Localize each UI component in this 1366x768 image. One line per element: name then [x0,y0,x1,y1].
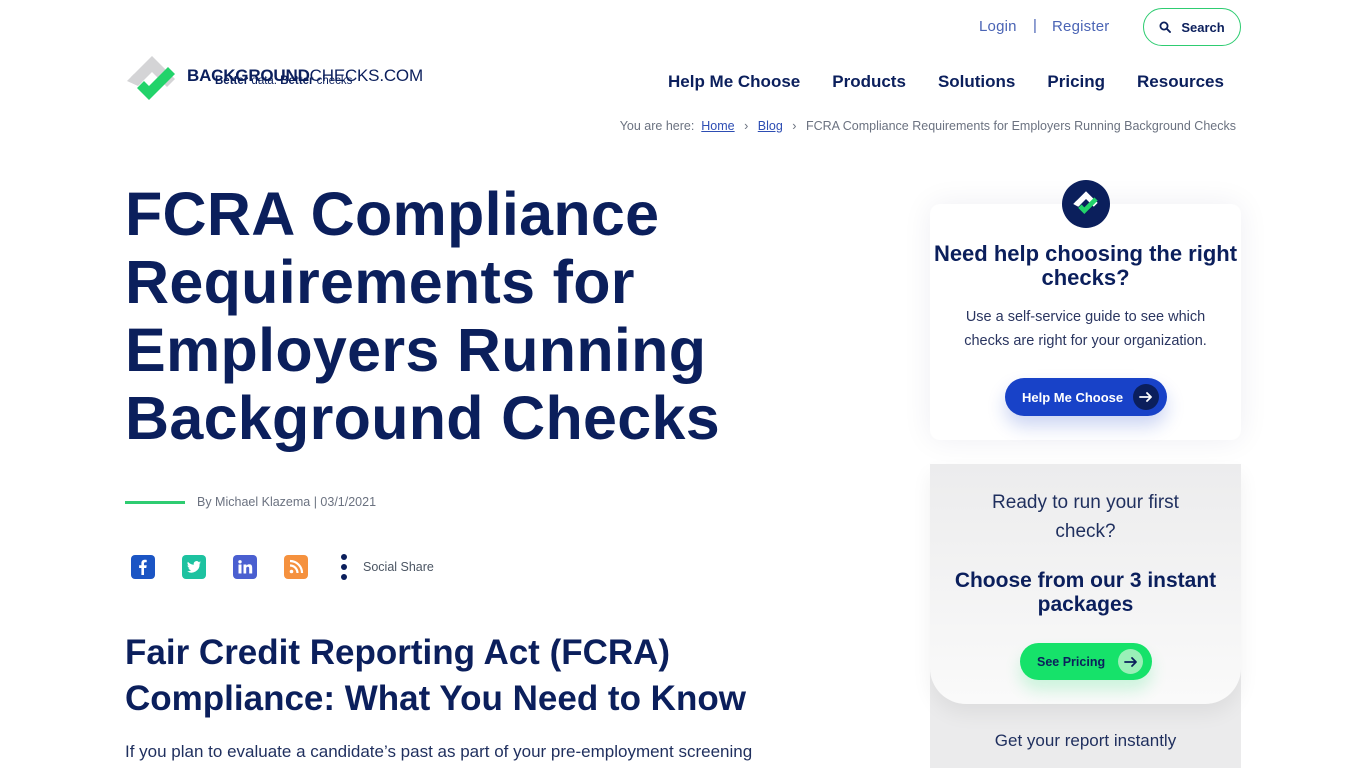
login-register-separator: | [1033,17,1037,34]
arrow-right-icon [1133,384,1159,410]
tagline-part: data. [248,75,281,87]
nav-products[interactable]: Products [832,72,906,92]
main-navigation: Help Me Choose Products Solutions Pricin… [668,72,1224,92]
pricing-promo-panel: Ready to run your first check? Choose fr… [930,464,1241,768]
help-me-choose-label: Help Me Choose [1022,389,1124,405]
nav-resources[interactable]: Resources [1137,72,1224,92]
social-share-label[interactable]: Social Share [363,560,434,574]
breadcrumb-prefix: You are here: [619,119,695,133]
rss-icon[interactable] [284,555,308,579]
social-share-bar: Social Share [131,554,434,580]
help-me-choose-button[interactable]: Help Me Choose [1005,378,1167,416]
brand-badge-icon [1062,180,1110,228]
top-utility-bar: Login | Register Search [0,8,1366,46]
tagline-part: Better [280,75,314,87]
help-card-text: Use a self-service guide to see which ch… [964,309,1207,349]
see-pricing-label: See Pricing [1037,654,1106,669]
intro-paragraph: If you plan to evaluate a candidate’s pa… [125,742,753,761]
section-heading: Fair Credit Reporting Act (FCRA) Complia… [125,633,746,718]
breadcrumb-separator: › [744,119,749,133]
breadcrumb-current: FCRA Compliance Requirements for Employe… [805,119,1236,133]
facebook-icon[interactable] [131,555,155,579]
search-label: Search [1181,19,1225,35]
arrow-right-icon [1118,649,1143,674]
nav-help-me-choose[interactable]: Help Me Choose [668,72,800,92]
more-options-icon[interactable] [341,554,347,580]
tagline-part: Better [215,75,249,87]
author-byline: By Michael Klazema | 03/1/2021 [197,495,377,509]
help-choose-card: Need help choosing the right checks? Use… [930,204,1241,440]
twitter-icon[interactable] [182,555,206,579]
logo-checkmark-icon [125,54,179,108]
site-logo[interactable]: BACKGROUNDCHECKS.COM Better data. Better… [125,54,435,108]
pricing-card-heading: Choose from our 3 instant packages [954,569,1217,616]
pricing-card: Ready to run your first check? Choose fr… [930,464,1241,704]
breadcrumb-separator: › [792,119,797,133]
byline-accent-line [125,501,185,504]
register-link[interactable]: Register [1052,18,1109,35]
see-pricing-button[interactable]: See Pricing [1020,643,1152,680]
breadcrumb: You are here: Home › Blog › FCRA Complia… [620,119,1236,133]
help-card-heading: Need help choosing the right checks? [933,241,1238,290]
breadcrumb-blog[interactable]: Blog [758,119,783,133]
nav-solutions[interactable]: Solutions [938,72,1015,92]
breadcrumb-home[interactable]: Home [701,119,734,133]
pricing-card-question: Ready to run your first check? [992,492,1179,542]
page-title: FCRA Compliance Requirements for Employe… [125,180,720,452]
nav-pricing[interactable]: Pricing [1047,72,1105,92]
search-icon [1159,21,1172,33]
linkedin-icon[interactable] [233,555,257,579]
logo-tagline: Better data. Better checks [215,75,352,87]
search-button[interactable]: Search [1143,8,1241,46]
tagline-part: checks [313,75,353,87]
pricing-panel-footer: Get your report instantly [994,731,1177,750]
login-link[interactable]: Login [979,18,1017,35]
